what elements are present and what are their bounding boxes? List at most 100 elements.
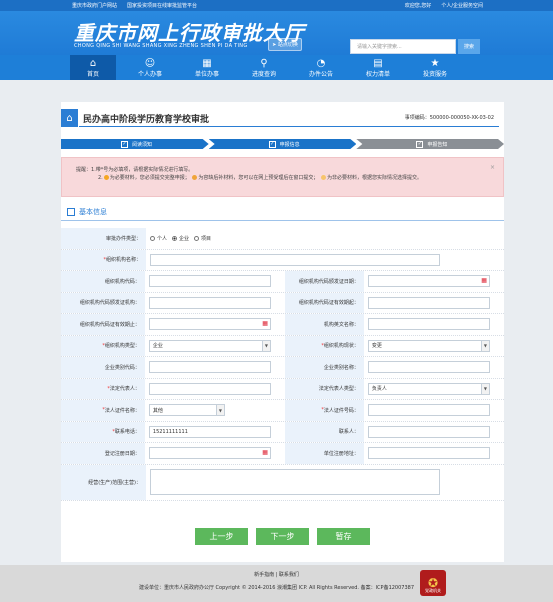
legal-id-type-label: * 法人证件名称： <box>61 400 145 421</box>
nav-label: 首页 <box>86 70 99 78</box>
megaphone-icon: ◔ <box>316 57 326 69</box>
radio-personal[interactable] <box>150 235 155 241</box>
org-status-select[interactable]: 变更 ▼ <box>367 339 490 352</box>
prev-button[interactable]: 上一步 <box>195 528 248 545</box>
site-switch-button[interactable]: ➤ 站点切换 <box>268 38 302 51</box>
nav-item-6[interactable]: ★ 投资服务 <box>412 55 458 80</box>
applicant-type-label: 审批办件类型： <box>61 228 146 249</box>
legal-id-no-input[interactable] <box>367 404 490 417</box>
item-code: 事项编码：500000-000050-XK-03-02 <box>405 114 494 121</box>
site-switch-label: 站点切换 <box>277 42 298 48</box>
action-buttons: 上一步 下一步 暂存 <box>61 528 504 546</box>
nav-item-0[interactable]: ⌂ 首页 <box>70 55 116 80</box>
main-nav: ⌂ 首页 ☺ 个人办事 ▦ 单位办事 ⚲ 进度查询 ◔ 办件公告 ▤ 权力清单 ★ 投资服务 <box>0 55 553 80</box>
org-name-label: * 组织机构名称： <box>61 249 146 270</box>
home-icon[interactable]: ⌂ <box>61 109 78 127</box>
reg-address-input[interactable] <box>367 447 490 460</box>
org-code-valid-from-input[interactable] <box>367 296 490 309</box>
calendar-icon[interactable]: ▦ <box>481 277 487 284</box>
next-button[interactable]: 下一步 <box>256 528 309 545</box>
contact-person-input[interactable] <box>367 425 490 438</box>
step-label: 阅读须知 <box>132 141 153 148</box>
step-application-notice[interactable]: ✓ 申报告知 <box>356 139 504 149</box>
star-icon: ★ <box>430 57 440 69</box>
nav-item-1[interactable]: ☺ 个人办事 <box>127 55 173 80</box>
step-application-info[interactable]: ✓ 申报信息 <box>209 139 357 149</box>
step-label: 申报信息 <box>279 141 300 148</box>
reg-date-input[interactable]: ▦ <box>148 447 271 460</box>
org-en-name-input[interactable] <box>367 318 490 331</box>
step-read-notice[interactable]: ✓ 阅读须知 <box>61 139 209 149</box>
chevron-down-icon: ▼ <box>480 383 489 394</box>
legal-rep-input[interactable] <box>148 382 271 395</box>
org-code-issuer-label: 组织机构代码颁发证机构： <box>61 292 145 313</box>
enterprise-type-code-input[interactable] <box>148 361 271 374</box>
enterprise-type-name-input[interactable] <box>367 361 490 374</box>
section-header: 基本信息 <box>61 205 504 219</box>
section-divider <box>61 220 504 221</box>
nav-label: 进度查询 <box>251 70 276 78</box>
calendar-icon[interactable]: ▦ <box>262 320 268 327</box>
org-code-issue-date-input[interactable]: ▦ <box>367 275 490 288</box>
link-gov-portal[interactable]: 重庆市政府门户网站 <box>72 2 117 9</box>
link-investment-platform[interactable]: 国家投资项目在线审批监管平台 <box>127 2 197 9</box>
search-button[interactable]: 搜索 <box>458 39 480 54</box>
chevron-down-icon: ▼ <box>480 340 489 351</box>
org-en-name-label: 机构英文名称： <box>284 314 364 335</box>
legal-rep-type-select[interactable]: 负责人 ▼ <box>367 382 490 395</box>
nav-item-5[interactable]: ▤ 权力清单 <box>355 55 401 80</box>
close-icon[interactable]: × <box>490 164 495 172</box>
reg-date-label: 登记注册日期： <box>61 443 145 464</box>
enterprise-type-code-label: 企业类别代码： <box>61 357 145 378</box>
org-code-input[interactable] <box>148 275 271 288</box>
business-scope-label: 经营(生产)范围(主营)： <box>61 464 146 500</box>
org-code-issue-date-label: 组织机构代码颁发证日期： <box>284 271 364 292</box>
calendar-icon[interactable]: ▦ <box>262 449 268 456</box>
org-code-issuer-input[interactable] <box>148 296 271 309</box>
form-row: * 法人证件名称： 其他 ▼ * 法人证件号码： <box>61 400 504 422</box>
form-row: 企业类别代码： 企业类别名称： <box>61 357 504 379</box>
radio-enterprise[interactable] <box>172 235 178 241</box>
legal-id-type-select[interactable]: 其他 ▼ <box>148 404 225 417</box>
search-icon: ⚲ <box>260 57 268 69</box>
business-scope-textarea[interactable] <box>150 469 440 495</box>
radio-project-label: 项目 <box>201 235 212 242</box>
notice-line1: 1.带*号为必填项，请根据实际情况进行填写。 <box>91 167 194 173</box>
reg-address-label: 单位注册地址： <box>284 443 364 464</box>
deferred-material-icon <box>192 175 198 180</box>
org-code-label: 组织机构代码： <box>61 271 145 292</box>
save-draft-button[interactable]: 暂存 <box>317 528 370 545</box>
org-name-input[interactable] <box>150 253 440 266</box>
form-row: 审批办件类型： 个人 企业 项目 <box>61 228 504 250</box>
form-row: * 联系电话： 15211111111 联系人： <box>61 421 504 443</box>
nav-item-4[interactable]: ◔ 办件公告 <box>298 55 344 80</box>
search-input[interactable]: 请输入关键字搜索... <box>350 39 456 54</box>
radio-project[interactable] <box>194 235 200 241</box>
basic-info-form: 审批办件类型： 个人 企业 项目 * 组织机构名称： 组织机构代码： 组织机构代码… <box>61 228 504 501</box>
chevron-down-icon: ▼ <box>261 340 270 351</box>
org-code-valid-from-label: 组织机构代码证有效期起： <box>284 292 364 313</box>
gov-badge-icon[interactable]: 党政机关 ✪ <box>420 570 446 596</box>
form-row: 组织机构代码颁发证机构： 组织机构代码证有效期起： <box>61 292 504 314</box>
contact-phone-label: * 联系电话： <box>61 421 145 442</box>
form-row: * 法定代表人： 法定代表人类型： 负责人 ▼ <box>61 378 504 400</box>
org-code-valid-to-input[interactable]: ▦ <box>148 318 271 331</box>
org-type-label: * 组织机构类型： <box>61 335 145 356</box>
nav-item-2[interactable]: ▦ 单位办事 <box>184 55 230 80</box>
enterprise-type-name-label: 企业类别名称： <box>284 357 364 378</box>
link-user-space[interactable]: 个人/企业服务空间 <box>441 2 483 9</box>
required-material-icon <box>103 175 109 180</box>
radio-enterprise-label: 企业 <box>179 235 190 242</box>
contact-phone-input[interactable]: 15211111111 <box>148 425 271 438</box>
legal-rep-type-label: 法定代表人类型： <box>284 378 364 399</box>
form-row: * 组织机构名称： <box>61 249 504 271</box>
nav-item-3[interactable]: ⚲ 进度查询 <box>241 55 287 80</box>
chevron-down-icon: ▼ <box>215 405 224 416</box>
contact-person-label: 联系人： <box>284 421 364 442</box>
site-logo-pinyin: CHONG QING SHI WANG SHANG XING ZHENG SHE… <box>74 43 248 49</box>
section-icon <box>67 208 75 216</box>
form-row: * 组织机构类型： 企业 ▼ * 组织机构现状： 变更 ▼ <box>61 335 504 357</box>
nav-label: 投资服务 <box>422 70 447 78</box>
org-type-select[interactable]: 企业 ▼ <box>148 339 271 352</box>
footer-links[interactable]: 新手指南 | 联系我们 <box>0 571 553 578</box>
